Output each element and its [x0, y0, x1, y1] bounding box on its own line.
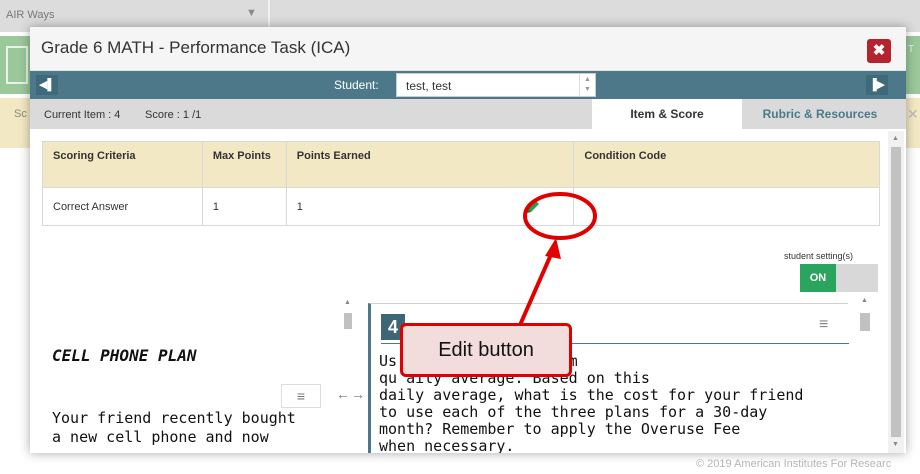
points-earned-value: 1: [296, 200, 303, 213]
scroll-thumb[interactable]: [344, 313, 352, 329]
hamburger-icon[interactable]: ≡: [819, 316, 828, 334]
edit-button-callout: Edit button: [400, 323, 572, 377]
next-student-button[interactable]: ▐▶: [866, 75, 888, 95]
score-label: Score : 1 /1: [145, 109, 202, 121]
scroll-up-icon[interactable]: ▲: [892, 135, 899, 142]
app-title: AIR Ways: [6, 9, 55, 21]
scroll-down-icon[interactable]: ▼: [892, 441, 899, 448]
stimulus-text: a new cell phone and now: [52, 428, 269, 446]
modal-scrollbar[interactable]: ▲ ▼: [888, 131, 904, 453]
stimulus-text: Your friend recently bought: [52, 409, 296, 427]
cell-max-points: 1: [201, 187, 287, 226]
scoring-modal: Grade 6 MATH - Performance Task (ICA) ✖ …: [30, 27, 906, 453]
cell-scoring-criteria: Correct Answer: [42, 187, 203, 226]
background-text-fragment: T: [908, 44, 915, 55]
question-line: when necessary.: [379, 437, 515, 454]
item-scrollbar[interactable]: ▲: [858, 295, 872, 453]
student-label: Student:: [334, 78, 379, 92]
header-points-earned: Points Earned: [285, 141, 575, 188]
close-icon: ✕: [907, 106, 919, 122]
student-nav-bar: ◀▌ Student: test, test ▲ ▼ ▐▶: [30, 71, 906, 99]
student-setting-label: student setting(s): [784, 251, 854, 261]
toggle-on-label: ON: [800, 264, 836, 292]
tab-rubric-and-resources[interactable]: Rubric & Resources: [744, 99, 896, 129]
previous-student-button[interactable]: ◀▌: [36, 75, 58, 95]
spinner-icon[interactable]: ▲ ▼: [579, 74, 595, 96]
cell-condition-code: [573, 187, 880, 226]
header-condition-code: Condition Code: [573, 141, 880, 188]
scoring-table: Scoring Criteria Max Points Points Earne…: [42, 141, 880, 226]
scroll-thumb[interactable]: [891, 147, 901, 437]
student-setting-toggle[interactable]: ON: [800, 264, 878, 292]
copyright-footer: © 2019 American Institutes For Researc: [696, 458, 892, 470]
header-max-points: Max Points: [201, 141, 287, 188]
header-scoring-criteria: Scoring Criteria: [42, 141, 203, 188]
menu-icon[interactable]: ≡: [281, 384, 321, 408]
question-line: daily average, what is the cost for your…: [379, 386, 804, 404]
student-value: test, test: [406, 79, 452, 93]
stimulus-title: CELL PHONE PLAN: [52, 346, 197, 365]
modal-title: Grade 6 MATH - Performance Task (ICA): [41, 38, 351, 57]
modal-header: Grade 6 MATH - Performance Task (ICA) ✖: [30, 27, 906, 71]
stimulus-pane: CELL PHONE PLAN Your friend recently bou…: [42, 295, 362, 453]
close-button[interactable]: ✖: [867, 39, 891, 63]
scroll-up-icon[interactable]: ▲: [344, 299, 351, 306]
background-icon: [6, 46, 28, 84]
pencil-icon[interactable]: [524, 198, 542, 216]
tab-item-and-score[interactable]: Item & Score: [592, 99, 742, 129]
resize-arrows-icon[interactable]: ←→: [336, 386, 366, 402]
scroll-thumb[interactable]: [860, 313, 870, 331]
question-line: to use each of the three plans for a 30-…: [379, 403, 768, 421]
question-line: month? Remember to apply the Overuse Fee: [379, 420, 741, 438]
table-row: Correct Answer 1 1: [42, 187, 880, 226]
current-item-label: Current Item : 4: [44, 109, 121, 121]
table-header-row: Scoring Criteria Max Points Points Earne…: [42, 141, 880, 188]
scroll-up-icon[interactable]: ▲: [861, 297, 868, 304]
cell-points-earned: 1: [285, 187, 575, 226]
stimulus-scrollbar[interactable]: ▲: [342, 299, 354, 453]
background-text-fragment: Sc: [14, 108, 27, 120]
chevron-down-icon: ▼: [246, 7, 257, 19]
student-select[interactable]: test, test ▲ ▼: [396, 73, 596, 97]
item-info-bar: Current Item : 4 Score : 1 /1 Item & Sco…: [30, 99, 906, 129]
